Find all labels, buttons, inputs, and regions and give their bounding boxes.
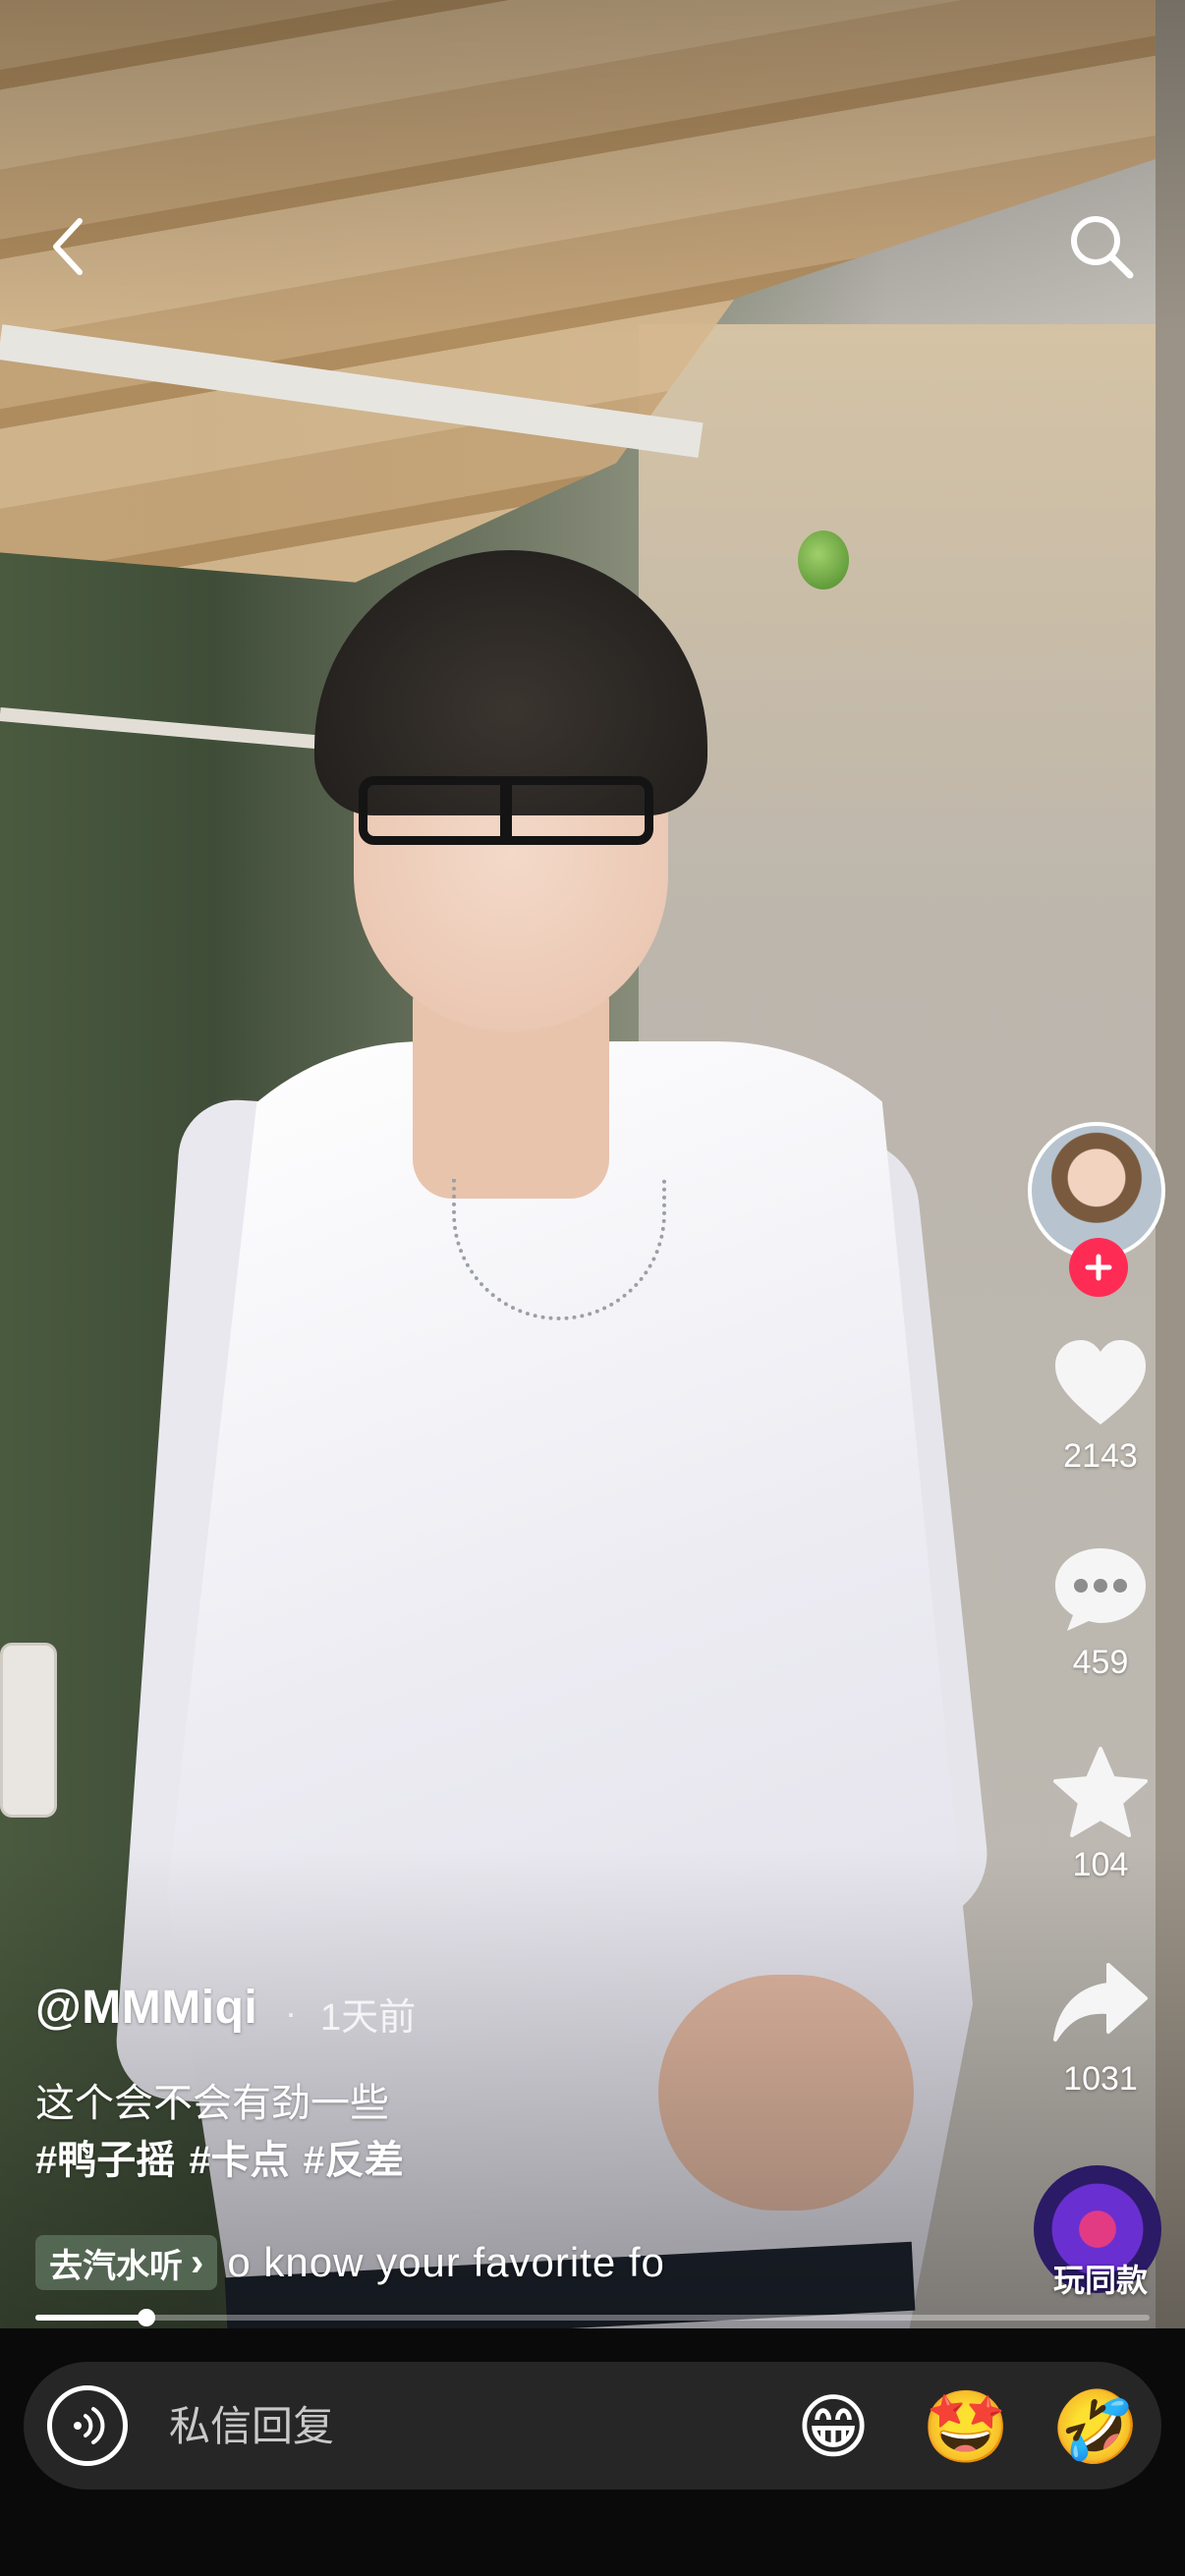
- plus-icon: [1085, 1254, 1112, 1281]
- back-button[interactable]: [24, 202, 112, 291]
- like-count: 2143: [1063, 1437, 1138, 1475]
- video-player[interactable]: [0, 0, 1185, 2328]
- share-count: 1031: [1063, 2060, 1138, 2098]
- search-button[interactable]: [1057, 202, 1146, 291]
- follow-button[interactable]: [1069, 1238, 1128, 1297]
- caption-text: 这个会不会有劲一些: [35, 2082, 389, 2125]
- hashtag[interactable]: #卡点: [189, 2139, 289, 2182]
- chevron-right-icon: ›: [191, 2240, 204, 2284]
- back-icon: [53, 218, 83, 275]
- progress-fill: [35, 2315, 147, 2321]
- post-time: 1天前: [320, 1997, 417, 2039]
- video-description: 这个会不会有劲一些 #鸭子摇 #卡点 #反差: [35, 2075, 418, 2189]
- favorite-button[interactable]: 104: [1022, 1747, 1179, 1884]
- voice-button[interactable]: [47, 2385, 128, 2466]
- like-button[interactable]: 2143: [1022, 1338, 1179, 1476]
- share-button[interactable]: 1031: [1022, 1961, 1179, 2099]
- same-style-label[interactable]: 玩同款: [1022, 2256, 1179, 2301]
- music-row: 去汽水听 › o know your favorite fo: [35, 2234, 723, 2291]
- heart-icon: [1055, 1340, 1146, 1425]
- reply-input[interactable]: [167, 2393, 761, 2460]
- hashtag[interactable]: #鸭子摇: [35, 2139, 175, 2182]
- light-switch: [0, 1643, 57, 1818]
- voice-icon: [74, 2407, 105, 2444]
- comment-icon: [1055, 1548, 1146, 1631]
- video-progress-bar[interactable]: [35, 2309, 1150, 2326]
- creator-avatar[interactable]: [1028, 1122, 1171, 1297]
- listen-chip-label: 去汽水听: [49, 2247, 183, 2285]
- hashtag[interactable]: #反差: [304, 2139, 404, 2182]
- comment-count: 459: [1072, 1644, 1129, 1681]
- emoji-rofl-button[interactable]: 🤣: [1051, 2385, 1140, 2468]
- emoji-star-struck-button[interactable]: 🤩: [922, 2385, 1010, 2468]
- star-icon: [1053, 1747, 1148, 1837]
- listen-on-app-chip[interactable]: 去汽水听 ›: [35, 2235, 218, 2290]
- hashtag-list: #鸭子摇 #卡点 #反差: [35, 2132, 418, 2189]
- comment-button[interactable]: 459: [1022, 1544, 1179, 1682]
- share-icon: [1053, 1963, 1148, 2042]
- meta-separator: ·: [285, 1992, 297, 2033]
- favorite-count: 104: [1072, 1846, 1129, 1883]
- emoji-grin-button[interactable]: 😁: [792, 2385, 875, 2468]
- music-title-marquee[interactable]: o know your favorite fo: [227, 2239, 665, 2286]
- search-icon: [1071, 216, 1134, 279]
- author-handle[interactable]: @MMMiqi: [35, 1981, 257, 2035]
